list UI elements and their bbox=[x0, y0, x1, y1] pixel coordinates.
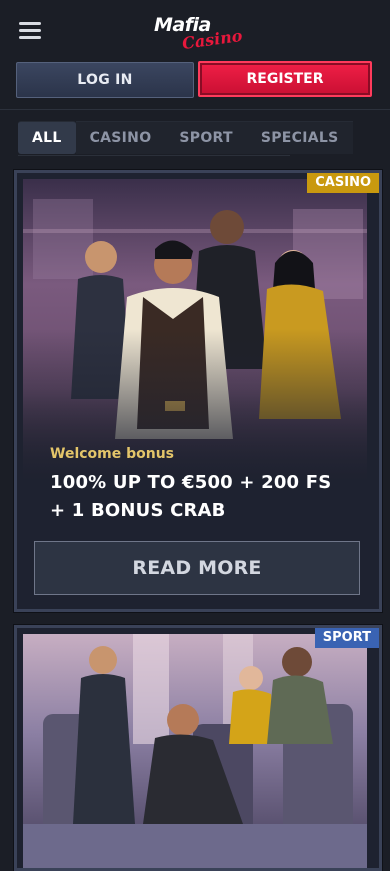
login-button[interactable]: LOG IN bbox=[16, 62, 194, 98]
promo-illustration-casino bbox=[23, 179, 367, 479]
header-divider bbox=[0, 109, 390, 110]
tab-specials[interactable]: SPECIALS bbox=[246, 121, 353, 154]
tabs-underline bbox=[18, 155, 290, 156]
hamburger-menu-icon[interactable] bbox=[19, 22, 41, 40]
promo-card-sport[interactable]: SPORT bbox=[14, 625, 382, 871]
category-badge: SPORT bbox=[314, 628, 379, 648]
register-button[interactable]: REGISTER bbox=[198, 61, 372, 97]
auth-buttons: LOG IN REGISTER bbox=[16, 61, 374, 98]
site-header: Mafia Casino bbox=[0, 0, 390, 62]
promo-illustration-sport bbox=[23, 634, 367, 868]
read-more-button[interactable]: READ MORE bbox=[34, 541, 360, 595]
promo-eyebrow: Welcome bonus bbox=[50, 446, 175, 462]
tab-sport[interactable]: SPORT bbox=[165, 121, 247, 154]
tab-casino[interactable]: CASINO bbox=[75, 121, 166, 154]
tab-all[interactable]: ALL bbox=[18, 121, 76, 154]
promo-card-casino[interactable]: CASINO Welcome bonus 100% UP TO €500 + 2… bbox=[14, 170, 382, 612]
promo-filter-tabs: ALL CASINO SPORT SPECIALS bbox=[18, 121, 353, 155]
site-logo[interactable]: Mafia Casino bbox=[148, 12, 244, 53]
promo-title: 100% UP TO €500 + 200 FS + 1 BONUS CRAB bbox=[50, 472, 332, 521]
category-badge: CASINO bbox=[307, 173, 379, 193]
